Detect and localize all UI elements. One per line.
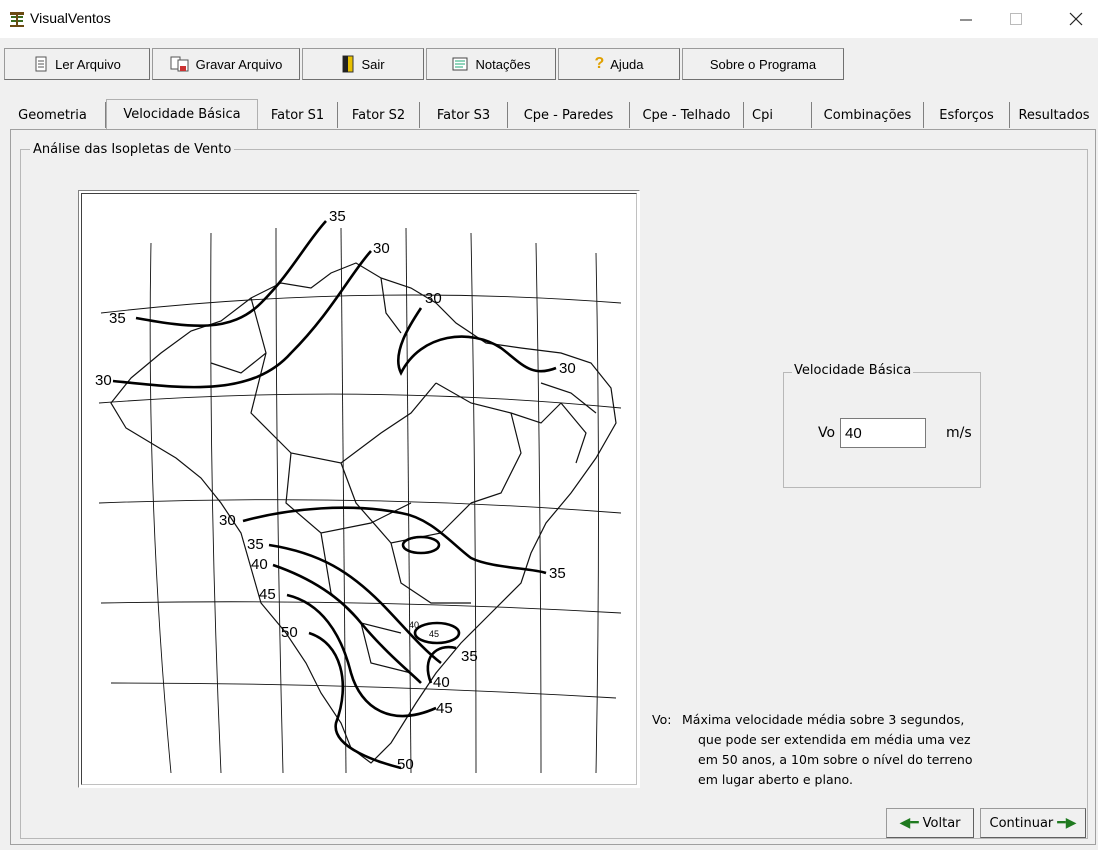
app-icon [10, 12, 24, 27]
help-icon: ? [594, 55, 605, 72]
isopleth-label: 35 [329, 208, 346, 225]
isopleth-label: 40 [409, 620, 419, 630]
isopleth-label: 30 [219, 512, 236, 529]
vo-unit: m/s [946, 425, 972, 441]
tab-label: Fator S1 [270, 107, 325, 123]
notacoes-label: Notações [475, 56, 531, 72]
vo-label: Vo [818, 425, 836, 441]
isopleth-label: 40 [251, 556, 268, 573]
tab-label: Esforços [939, 107, 994, 123]
arrow-left-icon: ◀━ [899, 815, 919, 831]
ler-arquivo-button[interactable]: Ler Arquivo [4, 48, 150, 80]
continuar-label: Continuar [989, 815, 1054, 831]
tab-cpe-telhado[interactable]: Cpe - Telhado [630, 102, 744, 128]
isopleth-label: 45 [436, 700, 453, 717]
save-icon [170, 56, 189, 72]
tab-label: Cpe - Paredes [523, 107, 614, 123]
minimize-button[interactable] [946, 4, 986, 34]
isopleth-label: 45 [259, 586, 276, 603]
tab-label: Cpe - Telhado [642, 107, 731, 123]
tab-cpi[interactable]: Cpi [744, 102, 812, 128]
tab-label: Fator S3 [436, 107, 491, 123]
isopleth-label: 40 [433, 674, 450, 691]
vo-input[interactable] [840, 418, 926, 448]
continuar-button[interactable]: Continuar ━▶ [980, 808, 1086, 838]
tab-label: Geometria [18, 107, 87, 123]
tab-bar: Geometria Velocidade Básica Fator S1 Fat… [0, 99, 1098, 130]
close-button[interactable] [1056, 4, 1096, 34]
tab-resultados[interactable]: Resultados [1010, 102, 1098, 128]
note-line: em 50 anos, a 10m sobre o nível do terre… [698, 752, 973, 767]
toolbar: Ler Arquivo Gravar Arquivo Sair Notações… [0, 48, 1098, 82]
notacoes-button[interactable]: Notações [426, 48, 556, 80]
isopleth-label: 45 [429, 629, 439, 639]
isopleth-label: 30 [95, 372, 112, 389]
window-title: VisualVentos [30, 10, 111, 26]
isopleth-label: 35 [461, 648, 478, 665]
note-label: Vo: [652, 712, 672, 727]
voltar-button[interactable]: ◀━ Voltar [886, 808, 974, 838]
ler-arquivo-label: Ler Arquivo [55, 56, 121, 72]
isopleth-map-frame: 35 30 30 35 30 30 30 35 40 45 50 35 40 4… [78, 190, 640, 788]
tab-label: Fator S2 [351, 107, 406, 123]
sobre-button[interactable]: Sobre o Programa [682, 48, 844, 80]
isopleth-label: 35 [549, 565, 566, 582]
ajuda-label: Ajuda [610, 56, 644, 72]
minimize-icon [960, 19, 972, 21]
velocidade-basica-group-title: Velocidade Básica [792, 363, 914, 378]
tab-label: Velocidade Básica [123, 107, 241, 122]
document-icon [35, 56, 47, 72]
note-line: em lugar aberto e plano. [698, 772, 853, 787]
isopleth-label: 30 [425, 290, 442, 307]
gravar-arquivo-label: Gravar Arquivo [195, 56, 283, 72]
isopleth-label: 35 [109, 310, 126, 327]
tab-cpe-paredes[interactable]: Cpe - Paredes [508, 102, 630, 128]
exit-door-icon [342, 55, 354, 73]
tab-fator-s2[interactable]: Fator S2 [338, 102, 420, 128]
tab-geometria[interactable]: Geometria [0, 102, 106, 128]
maximize-icon [1010, 13, 1022, 25]
vo-description: Máxima velocidade média sobre 3 segundos… [682, 710, 982, 790]
sair-button[interactable]: Sair [302, 48, 424, 80]
isopleth-label: 50 [281, 624, 298, 641]
isopleth-label: 50 [397, 756, 414, 773]
tab-label: Cpi [752, 107, 773, 123]
tab-fator-s3[interactable]: Fator S3 [420, 102, 508, 128]
tab-label: Combinações [823, 107, 912, 123]
tab-fator-s1[interactable]: Fator S1 [258, 102, 338, 128]
gravar-arquivo-button[interactable]: Gravar Arquivo [152, 48, 300, 80]
notes-icon [452, 57, 468, 71]
tab-combinacoes[interactable]: Combinações [812, 102, 924, 128]
ajuda-button[interactable]: ? Ajuda [558, 48, 680, 80]
close-icon [1069, 12, 1083, 26]
isopleth-label: 35 [247, 536, 264, 553]
voltar-label: Voltar [922, 815, 961, 831]
tab-velocidade-basica[interactable]: Velocidade Básica [106, 99, 258, 129]
note-line: que pode ser extendida em média uma vez [698, 732, 971, 747]
tab-label: Resultados [1018, 107, 1090, 123]
maximize-button[interactable] [996, 4, 1036, 34]
note-line: Máxima velocidade média sobre 3 segundos… [682, 712, 965, 727]
isopletas-group-title: Análise das Isopletas de Vento [30, 142, 235, 157]
isopleth-label: 30 [559, 360, 576, 377]
isopleth-map: 35 30 30 35 30 30 30 35 40 45 50 35 40 4… [91, 203, 629, 777]
sair-label: Sair [361, 56, 385, 72]
isopleth-label: 30 [373, 240, 390, 257]
title-bar: VisualVentos [0, 0, 1098, 38]
sobre-label: Sobre o Programa [709, 56, 817, 72]
tab-esforcos[interactable]: Esforços [924, 102, 1010, 128]
arrow-right-icon: ━▶ [1057, 815, 1077, 831]
